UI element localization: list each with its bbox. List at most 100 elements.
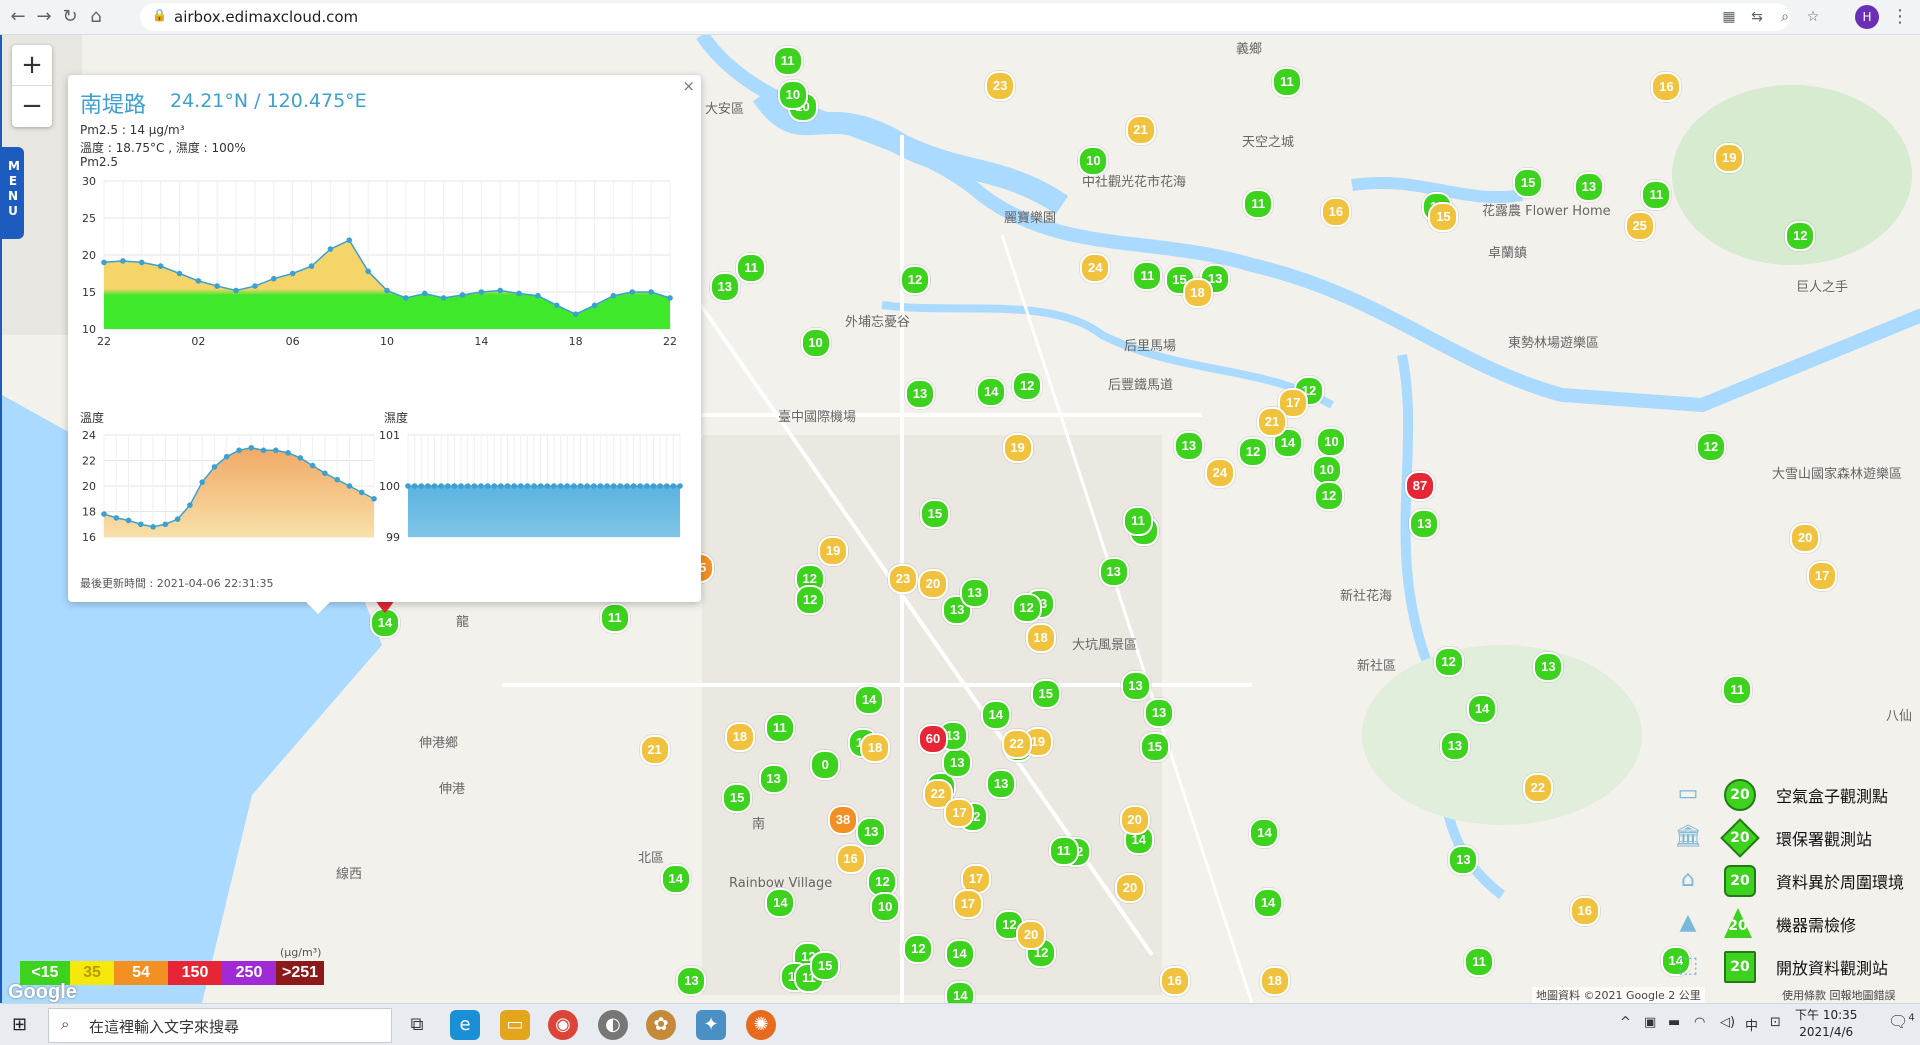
translate-icon[interactable]: ⇆ [1748,8,1766,26]
station-marker-green[interactable]: 15 [722,782,753,813]
station-marker-yellow[interactable]: 21 [1125,115,1156,146]
station-marker-yellow[interactable]: 17 [952,889,983,920]
task-view-icon[interactable]: ⧉ [402,1010,432,1040]
edge-icon[interactable]: e [450,1010,480,1040]
station-marker-green[interactable]: 12 [1012,370,1043,401]
qr-icon[interactable]: ▦ [1720,8,1738,26]
station-marker-green[interactable]: 10 [777,79,808,110]
station-marker-green[interactable]: 15 [1513,167,1544,198]
station-marker-green[interactable]: 10 [800,327,831,358]
station-marker-yellow[interactable]: 22 [1522,772,1553,803]
station-marker-yellow[interactable]: 16 [835,844,866,875]
station-marker-yellow[interactable]: 18 [1182,278,1213,309]
station-marker-green[interactable]: 11 [764,713,795,744]
station-marker-green[interactable]: 15 [1030,678,1061,709]
station-marker-yellow[interactable]: 18 [860,733,891,764]
station-marker-green[interactable]: 13 [1120,671,1151,702]
station-marker-green[interactable]: 11 [772,45,803,76]
zoom-in-button[interactable]: + [12,45,52,86]
station-marker-green[interactable]: 14 [980,700,1011,731]
zoom-out-button[interactable]: − [12,86,52,126]
station-marker-green[interactable]: 10 [1316,427,1347,458]
station-marker-yellow[interactable]: 16 [1569,895,1600,926]
battery-icon[interactable]: ▬ [1668,1015,1680,1030]
menu-tab-button[interactable]: MENU [2,147,24,239]
station-marker-green[interactable]: 15 [1139,732,1170,763]
app-icon[interactable]: ◐ [598,1010,628,1040]
station-marker-yellow[interactable]: 19 [1714,142,1745,173]
station-marker-green[interactable]: 0 [810,750,841,781]
station-marker-green[interactable]: 14 [945,980,976,1003]
station-marker-green[interactable]: 11 [1243,188,1274,219]
station-marker-yellow[interactable]: 18 [1259,965,1290,996]
station-marker-yellow[interactable]: 16 [1159,966,1190,997]
station-marker-green[interactable]: 13 [986,769,1017,800]
station-marker-red[interactable]: 87 [1405,471,1435,501]
station-marker-green[interactable]: 14 [1249,817,1280,848]
input-mode-icon[interactable]: ⊡ [1770,1015,1781,1030]
station-marker-green[interactable]: 10 [870,892,901,923]
map-terms[interactable]: 使用條款 回報地圖錯誤 [1782,987,1896,1003]
station-marker-green[interactable]: 13 [856,817,887,848]
station-marker-green[interactable]: 13 [959,577,990,608]
station-marker-green[interactable]: 13 [758,763,789,794]
station-marker-green[interactable]: 11 [1271,67,1302,98]
close-icon[interactable]: × [682,77,695,95]
app-icon-4[interactable]: ✺ [746,1010,776,1040]
station-marker-green[interactable]: 15 [810,950,841,981]
taskbar-search-placeholder[interactable]: 在這裡輸入文字來搜尋 [89,1016,239,1037]
station-marker-yellow[interactable]: 22 [1001,728,1032,759]
station-marker-yellow[interactable]: 19 [818,535,849,566]
taskbar-search[interactable]: ⌕ 在這裡輸入文字來搜尋 [48,1008,392,1043]
station-marker-yellow[interactable]: 20 [1114,872,1145,903]
map-canvas[interactable]: 大安區 中社觀光花市花海 麗寶樂園 外埔忘憂谷 后里馬場 后豐鐵馬道 臺中國際機… [0,35,1920,1003]
station-marker-green[interactable]: 14 [1253,887,1284,918]
station-marker-green[interactable]: 13 [1173,430,1204,461]
station-marker-green[interactable]: 12 [1011,592,1042,623]
ime-indicator[interactable]: 中 [1745,1015,1758,1034]
station-marker-yellow[interactable]: 24 [1204,457,1235,488]
station-marker-green[interactable]: 12 [1785,220,1816,251]
station-marker-yellow[interactable]: 17 [944,798,975,829]
station-marker-yellow[interactable]: 21 [1257,406,1288,437]
station-marker-yellow[interactable]: 19 [1002,432,1033,463]
station-marker-green[interactable]: 13 [904,379,935,410]
app-icon-3[interactable]: ✦ [696,1010,726,1040]
station-marker-yellow[interactable]: 20 [1016,919,1047,950]
more-menu-icon[interactable]: ⋮ [1888,5,1912,29]
station-marker-green[interactable]: 12 [1313,481,1344,512]
lock-icon[interactable]: 🔒 [152,8,167,22]
home-icon[interactable]: ⌂ [84,5,108,29]
station-marker-yellow[interactable]: 16 [1320,196,1351,227]
station-marker-green[interactable]: 14 [765,887,796,918]
station-marker-yellow[interactable]: 16 [1651,71,1682,102]
camera-icon[interactable]: ▣ [1644,1015,1656,1030]
station-marker-green[interactable]: 13 [1144,697,1175,728]
station-marker-green[interactable]: 11 [599,603,630,634]
station-marker-green[interactable]: 11 [1641,180,1672,211]
chevron-up-icon[interactable]: ^ [1620,1015,1631,1030]
station-marker-green[interactable]: 13 [1448,845,1479,876]
station-marker-green[interactable]: 13 [1409,508,1440,539]
station-marker-green[interactable]: 12 [903,934,934,965]
station-marker-yellow[interactable]: 23 [985,70,1016,101]
station-marker-green[interactable]: 13 [1439,730,1470,761]
notification-icon[interactable]: 🗨4 [1888,1012,1915,1031]
station-marker-green[interactable]: 13 [1573,172,1604,203]
chrome-icon[interactable]: ◉ [548,1010,578,1040]
station-marker-yellow[interactable]: 20 [1790,523,1821,554]
station-marker-yellow[interactable]: 23 [887,564,918,595]
station-marker-green[interactable]: 14 [976,377,1007,408]
station-marker-green[interactable]: 12 [899,265,930,296]
back-icon[interactable]: ← [6,5,30,29]
station-marker-green[interactable]: 11 [1464,946,1495,977]
station-marker-yellow[interactable]: 17 [1807,561,1838,592]
volume-icon[interactable]: ◁) [1720,1015,1735,1030]
reload-icon[interactable]: ↻ [58,5,82,29]
station-marker-green[interactable]: 11 [1048,836,1079,867]
address-bar[interactable]: 🔒 airbox.edimaxcloud.com ▦ ⇆ ⌕ ☆ [140,3,1819,31]
station-marker-yellow[interactable]: 20 [918,569,949,600]
station-marker-yellow[interactable]: 18 [1025,622,1056,653]
station-marker-green[interactable]: 14 [1467,693,1498,724]
station-marker-yellow[interactable]: 18 [724,722,755,753]
